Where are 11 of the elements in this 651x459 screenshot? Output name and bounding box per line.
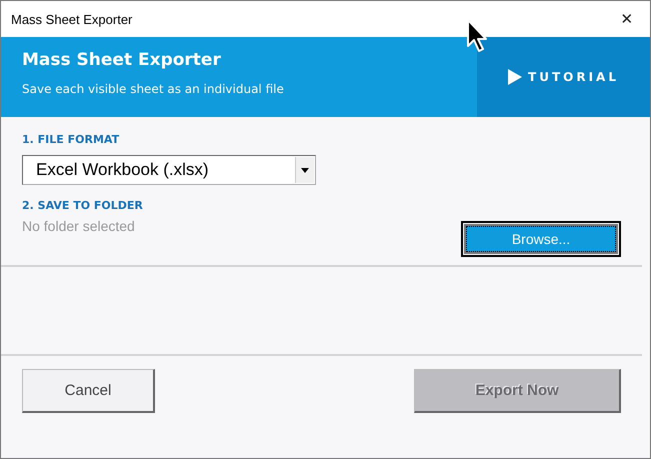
cancel-button[interactable]: Cancel <box>22 369 155 413</box>
app-title: Mass Sheet Exporter <box>22 50 222 70</box>
section-label: 1. FILE FORMAT <box>22 133 120 146</box>
section-label: 2. SAVE TO FOLDER <box>22 199 144 212</box>
tutorial-button[interactable]: TUTORIAL <box>508 69 619 85</box>
app-subtitle: Save each visible sheet as an individual file <box>22 82 285 96</box>
format-dropdown[interactable]: Excel Workbook (.xlsx) <box>22 155 316 185</box>
play-icon <box>508 69 522 85</box>
folder-path: No folder selected <box>22 218 135 234</box>
window-title: Mass Sheet Exporter <box>11 12 132 26</box>
close-button[interactable]: ✕ <box>604 1 650 37</box>
